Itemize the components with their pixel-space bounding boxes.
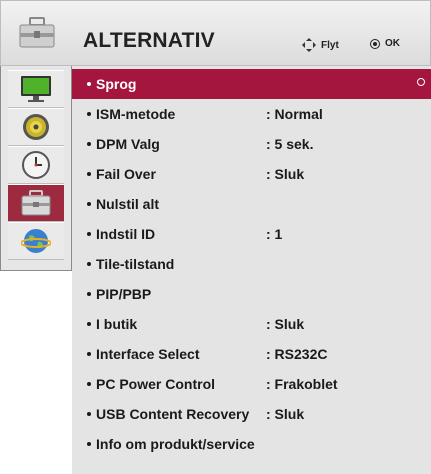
- menu-item-value: : Frakoblet: [266, 376, 338, 392]
- menu-item-fail-over[interactable]: Fail Over : Sluk: [72, 159, 431, 189]
- bullet-icon: [87, 232, 91, 236]
- toolbox-icon: [19, 17, 55, 48]
- menu-item-value: : Sluk: [266, 406, 305, 422]
- sidebar-item-option[interactable]: [8, 184, 64, 222]
- bullet-icon: [87, 352, 91, 356]
- ok-hint-label: OK: [385, 38, 400, 49]
- bullet-icon: [87, 322, 91, 326]
- menu-item-i-butik[interactable]: I butik : Sluk: [72, 309, 431, 339]
- menu-item-label: Tile-tilstand: [96, 256, 175, 272]
- move-hint: Flyt: [301, 37, 339, 53]
- menu-item-value: : 5 sek.: [266, 136, 314, 152]
- clock-icon: [22, 151, 50, 179]
- dpad-icon: [302, 38, 316, 52]
- ok-hint: OK: [370, 38, 400, 49]
- menu-item-label: ISM-metode: [96, 106, 176, 122]
- sidebar-item-audio[interactable]: [8, 108, 64, 146]
- menu-item-value: : Sluk: [266, 166, 305, 182]
- bullet-icon: [87, 382, 91, 386]
- bullet-icon: [87, 202, 91, 206]
- menu-item-value: : 1: [266, 226, 283, 242]
- sidebar-item-network[interactable]: [8, 222, 64, 260]
- menu-item-tile-tilstand[interactable]: Tile-tilstand: [72, 249, 431, 279]
- menu-item-label: PC Power Control: [96, 376, 216, 392]
- option-menu: Sprog ISM-metode : Normal DPM Valg : 5 s…: [72, 66, 431, 474]
- menu-item-nulstil-alt[interactable]: Nulstil alt: [72, 189, 431, 219]
- bullet-icon: [87, 112, 91, 116]
- bullet-icon: [87, 412, 91, 416]
- menu-item-label: Fail Over: [96, 166, 156, 182]
- menu-item-label: PIP/PBP: [96, 286, 152, 302]
- menu-item-value: : Sluk: [266, 316, 305, 332]
- bullet-icon: [87, 262, 91, 266]
- bullet-icon: [87, 292, 91, 296]
- menu-item-label: DPM Valg: [96, 136, 160, 152]
- move-hint-label: Flyt: [321, 39, 339, 51]
- menu-item-label: Interface Select: [96, 346, 200, 362]
- page-title: ALTERNATIV: [83, 29, 215, 52]
- menu-item-indstil-id[interactable]: Indstil ID : 1: [72, 219, 431, 249]
- bullet-icon: [87, 142, 91, 146]
- menu-item-dpm-valg[interactable]: DPM Valg : 5 sek.: [72, 129, 431, 159]
- menu-item-value: : RS232C: [266, 346, 328, 362]
- menu-item-label: I butik: [96, 316, 138, 332]
- header-icon: [2, 2, 72, 64]
- selection-marker-icon: [417, 78, 425, 86]
- sidebar-item-time[interactable]: [8, 146, 64, 184]
- menu-item-info-om-produkt[interactable]: Info om produkt/service: [72, 429, 431, 459]
- speaker-icon: [23, 114, 49, 140]
- sidebar-item-picture[interactable]: [8, 70, 64, 108]
- menu-item-ism-metode[interactable]: ISM-metode : Normal: [72, 99, 431, 129]
- menu-item-usb-content-recovery[interactable]: USB Content Recovery : Sluk: [72, 399, 431, 429]
- menu-item-interface-select[interactable]: Interface Select : RS232C: [72, 339, 431, 369]
- menu-item-label: Indstil ID: [96, 226, 156, 242]
- toolbox-icon: [21, 190, 51, 216]
- menu-item-pc-power-control[interactable]: PC Power Control : Frakoblet: [72, 369, 431, 399]
- monitor-icon: [21, 76, 51, 102]
- menu-item-pip-pbp[interactable]: PIP/PBP: [72, 279, 431, 309]
- menu-item-label: Info om produkt/service: [96, 436, 255, 452]
- bullet-icon: [87, 172, 91, 176]
- globe-icon: [21, 229, 51, 253]
- menu-item-label: Nulstil alt: [96, 196, 160, 212]
- menu-item-sprog[interactable]: Sprog: [72, 69, 431, 99]
- ok-button-icon: [370, 38, 380, 49]
- bullet-icon: [87, 82, 91, 86]
- menu-item-value: : Normal: [266, 106, 323, 122]
- header: ALTERNATIV Flyt OK: [0, 0, 431, 66]
- bullet-icon: [87, 442, 91, 446]
- menu-item-label: USB Content Recovery: [96, 406, 250, 422]
- menu-item-label: Sprog: [96, 76, 137, 92]
